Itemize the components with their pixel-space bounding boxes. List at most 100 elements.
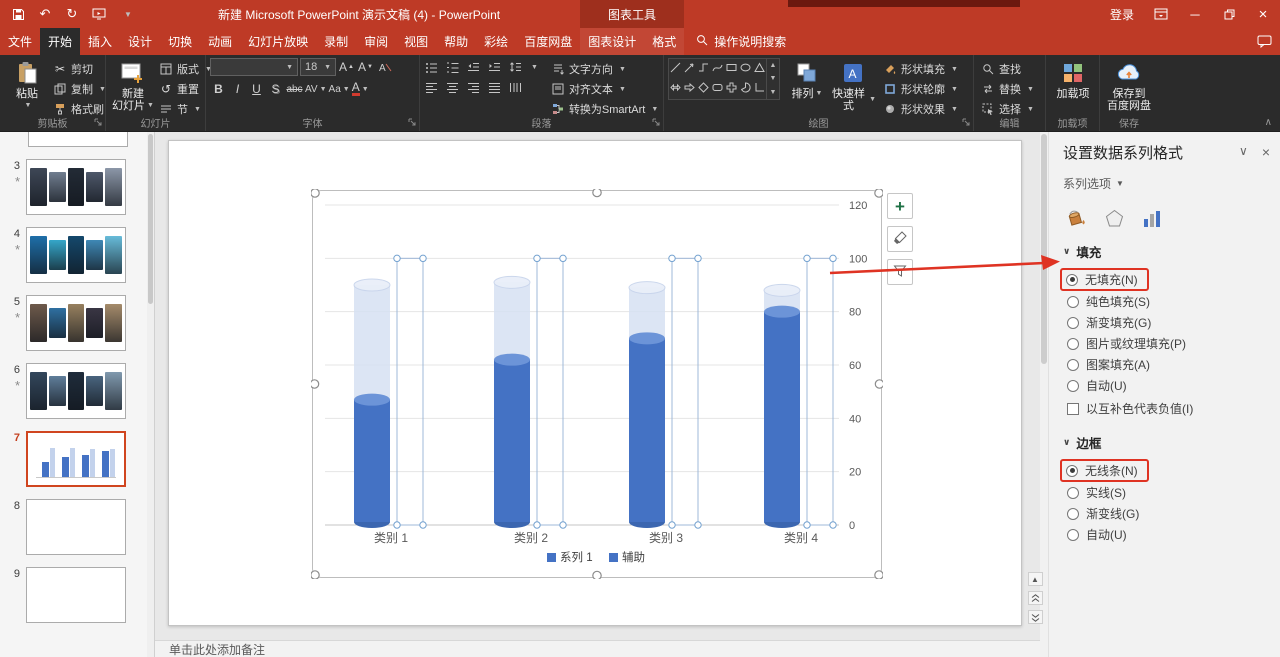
radio[interactable]	[1067, 380, 1079, 392]
slide-thumbnail[interactable]	[26, 159, 126, 215]
align-center-icon[interactable]	[445, 80, 459, 94]
slide-row-6[interactable]: 6*	[0, 363, 154, 419]
option-渐变填充(G)[interactable]: 渐变填充(G)	[1063, 312, 1270, 333]
shapes-gallery-scroll[interactable]: ▲▼▼	[766, 59, 779, 99]
tab-切换[interactable]: 切换	[160, 28, 200, 55]
shape-fill-button[interactable]: 形状填充▼	[880, 59, 961, 79]
slide-row-4[interactable]: 4*	[0, 227, 154, 283]
chart-filter-button[interactable]	[887, 259, 913, 285]
tab-开始[interactable]: 开始	[40, 28, 80, 55]
shape-elbow-icon[interactable]	[697, 61, 710, 77]
shape-diamond-icon[interactable]	[697, 81, 710, 97]
underline-button[interactable]: U	[248, 80, 265, 98]
effects-tab[interactable]	[1105, 209, 1124, 228]
slide-thumbnail[interactable]	[26, 499, 126, 555]
customize-qat-icon[interactable]: ▼	[120, 6, 136, 22]
tab-动画[interactable]: 动画	[200, 28, 240, 55]
text-shadow-button[interactable]: S	[267, 80, 284, 98]
radio[interactable]	[1067, 296, 1079, 308]
tell-me-search[interactable]: 操作说明搜索	[684, 28, 798, 55]
start-presentation-icon[interactable]	[91, 6, 107, 22]
chart-styles-button[interactable]	[887, 226, 913, 252]
shape-outline-button[interactable]: 形状轮廓▼	[880, 79, 961, 99]
text-direction-button[interactable]: 文字方向▼	[548, 59, 661, 79]
increase-font-size-button[interactable]: A▲	[338, 58, 355, 76]
replace-button[interactable]: 替换▼	[978, 79, 1037, 99]
fill-line-tab[interactable]	[1065, 208, 1087, 228]
border-section-header[interactable]: ∨ 边框	[1063, 433, 1270, 452]
slide-thumbnail[interactable]	[26, 295, 126, 351]
character-spacing-button[interactable]: AV▼	[305, 80, 327, 98]
slide-row-8[interactable]: 8	[0, 499, 154, 555]
shape-arrow-icon[interactable]	[683, 61, 696, 77]
shape-line-icon[interactable]	[669, 61, 682, 77]
slide-surface[interactable]: 020406080100120类别 1类别 2类别 3类别 4系列 1辅助 +	[168, 140, 1022, 626]
shape-rect-icon[interactable]	[725, 61, 738, 77]
complement-negative-checkbox-row[interactable]: 以互补色代表负值(I)	[1063, 398, 1270, 419]
shape-oval-icon[interactable]	[739, 61, 752, 77]
shape-curve-icon[interactable]	[711, 61, 724, 77]
option-图案填充(A)[interactable]: 图案填充(A)	[1063, 354, 1270, 375]
option-渐变线(G)[interactable]: 渐变线(G)	[1063, 503, 1270, 524]
tab-录制[interactable]: 录制	[316, 28, 356, 55]
option-无线条(N)[interactable]: 无线条(N)	[1063, 459, 1270, 482]
font-name-combo[interactable]: ▼	[210, 58, 298, 76]
radio[interactable]	[1067, 508, 1079, 520]
save-to-netdisk-button[interactable]: 保存到 百度网盘	[1104, 58, 1154, 112]
slide-row-7[interactable]: 7	[0, 431, 154, 487]
addins-button[interactable]: 加载项	[1050, 58, 1096, 100]
clear-formatting-button[interactable]: A	[376, 58, 393, 76]
tab-视图[interactable]: 视图	[396, 28, 436, 55]
strikethrough-button[interactable]: abc	[286, 80, 303, 98]
find-button[interactable]: 查找	[978, 59, 1037, 79]
paste-button[interactable]: 粘贴 ▼	[4, 58, 50, 112]
shape-round-rect-icon[interactable]	[711, 81, 724, 97]
tab-幻灯片放映[interactable]: 幻灯片放映	[240, 28, 316, 55]
tab-设计[interactable]: 设计	[120, 28, 160, 55]
slide-row-5[interactable]: 5*	[0, 295, 154, 351]
shape-triangle-icon[interactable]	[753, 61, 766, 77]
dialog-launcher-icon[interactable]	[94, 115, 102, 129]
copy-button[interactable]: 复制 ▼	[50, 79, 109, 99]
thumbnail-scrollbar[interactable]	[147, 132, 154, 657]
slide-row-3[interactable]: 3*	[0, 159, 154, 215]
chart-elements-button[interactable]: +	[887, 193, 913, 219]
bold-button[interactable]: B	[210, 80, 227, 98]
option-纯色填充(S)[interactable]: 纯色填充(S)	[1063, 291, 1270, 312]
radio[interactable]	[1067, 487, 1079, 499]
line-spacing-icon[interactable]	[508, 60, 522, 74]
series-options-tab[interactable]	[1142, 210, 1161, 228]
decrease-font-size-button[interactable]: A▼	[357, 58, 374, 76]
slide-thumbnail[interactable]	[26, 567, 126, 623]
redo-icon[interactable]: ↻	[64, 6, 80, 22]
dialog-launcher-icon[interactable]	[408, 115, 416, 129]
bullet-list-icon[interactable]	[424, 60, 438, 74]
tab-审阅[interactable]: 审阅	[356, 28, 396, 55]
collapse-ribbon-icon[interactable]: ∧	[1265, 117, 1272, 128]
option-自动(U)[interactable]: 自动(U)	[1063, 524, 1270, 545]
option-图片或纹理填充(P)[interactable]: 图片或纹理填充(P)	[1063, 333, 1270, 354]
quick-styles-button[interactable]: A 快速样式▼	[830, 58, 876, 112]
shapes-gallery[interactable]: ▲▼▼	[668, 58, 780, 100]
align-right-icon[interactable]	[466, 80, 480, 94]
slide-thumbnail[interactable]	[26, 227, 126, 283]
tab-百度网盘[interactable]: 百度网盘	[516, 28, 580, 55]
slide-row-9[interactable]: 9	[0, 567, 154, 623]
justify-icon[interactable]	[487, 80, 501, 94]
radio[interactable]	[1066, 274, 1078, 286]
notes-area[interactable]: 单击此处添加备注	[155, 640, 1040, 657]
radio[interactable]	[1067, 338, 1079, 350]
dialog-launcher-icon[interactable]	[962, 115, 970, 129]
restore-button[interactable]	[1212, 0, 1246, 28]
shape-double-arrow-icon[interactable]	[669, 81, 682, 97]
close-button[interactable]: ×	[1246, 0, 1280, 28]
cut-button[interactable]: ✂ 剪切	[50, 59, 109, 79]
comments-icon[interactable]	[1257, 28, 1272, 55]
columns-icon[interactable]	[508, 80, 522, 94]
save-icon[interactable]	[10, 6, 26, 22]
shape-right-arrow-icon[interactable]	[683, 81, 696, 97]
radio[interactable]	[1067, 317, 1079, 329]
option-自动(U)[interactable]: 自动(U)	[1063, 375, 1270, 396]
series-options-dropdown[interactable]: 系列选项 ▼	[1063, 175, 1270, 192]
option-无填充(N)[interactable]: 无填充(N)	[1063, 268, 1270, 291]
